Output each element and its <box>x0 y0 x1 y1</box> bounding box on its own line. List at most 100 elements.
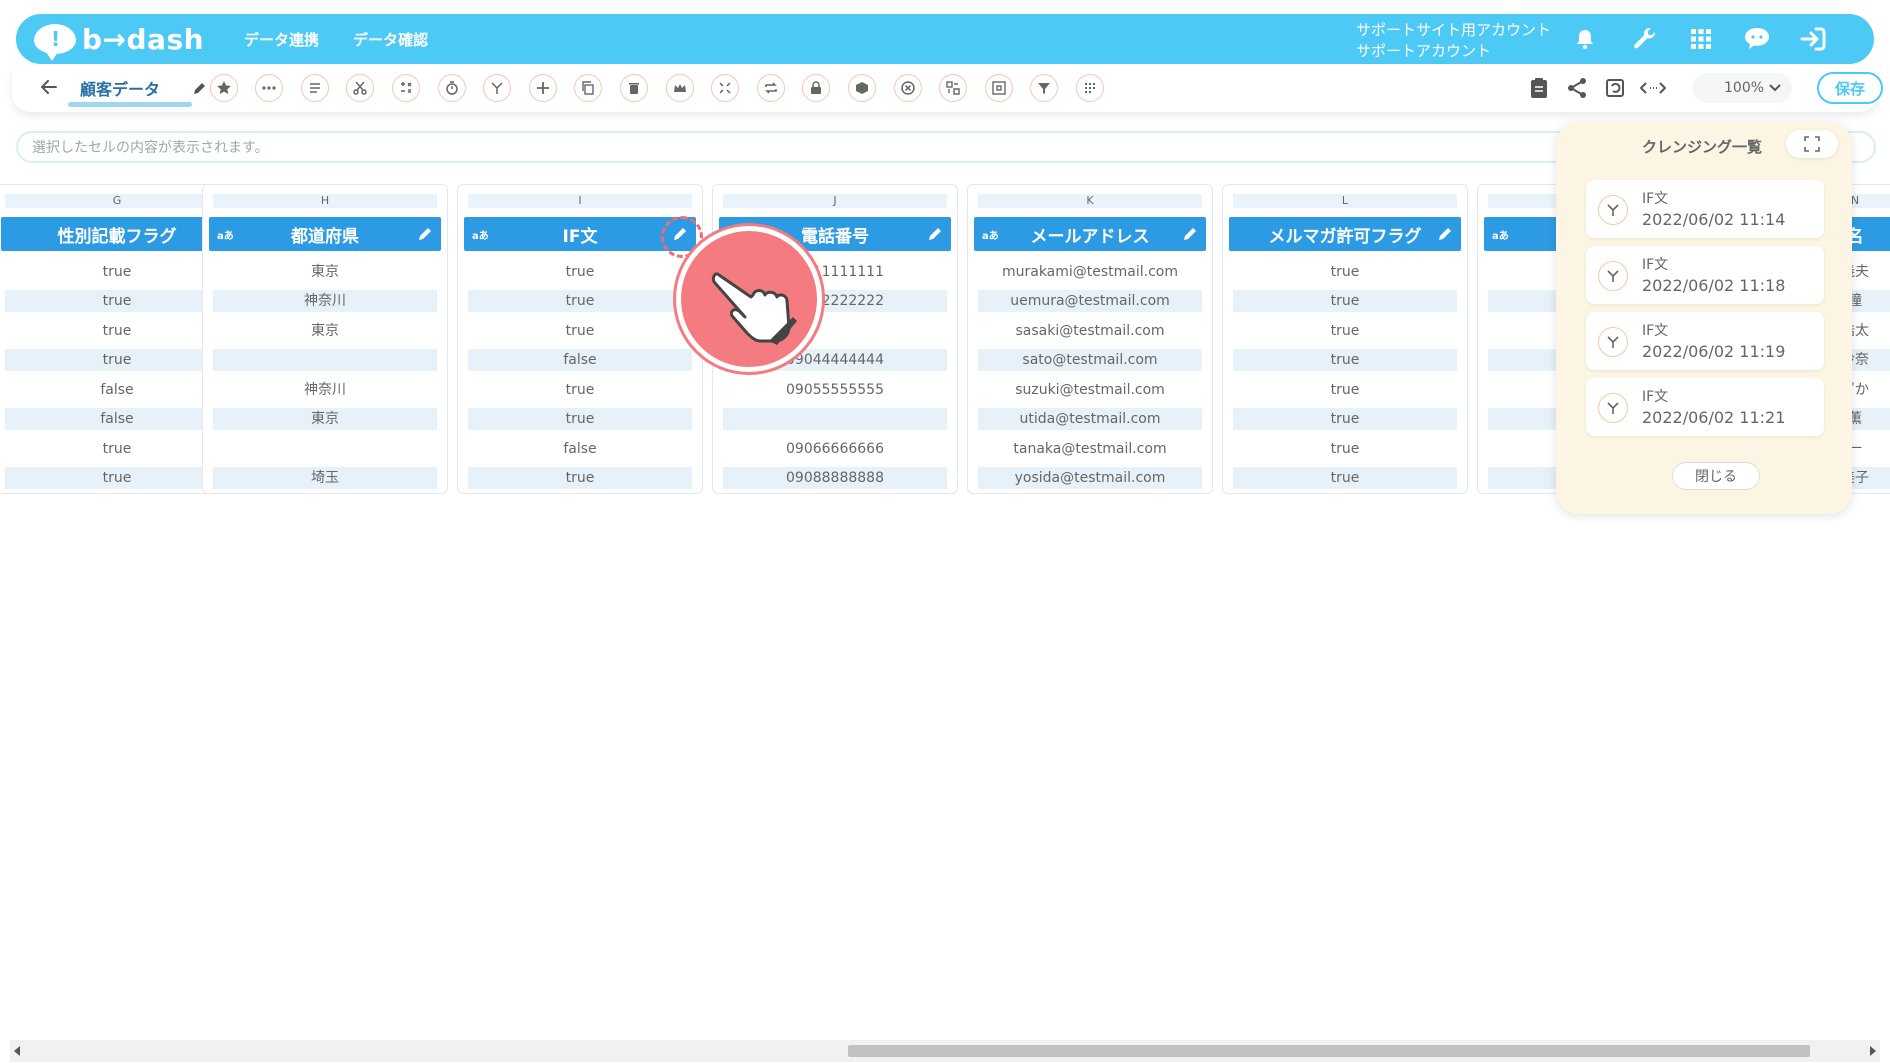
grid-cell[interactable]: true <box>1233 408 1457 430</box>
grid-cell[interactable]: true <box>5 467 229 489</box>
grid-cell[interactable]: true <box>5 261 229 283</box>
frame-icon[interactable] <box>985 74 1013 102</box>
apps-grid-icon[interactable] <box>1686 24 1716 54</box>
grid-cell[interactable] <box>213 438 437 460</box>
calculate-icon[interactable] <box>392 74 420 102</box>
grid-cell[interactable]: true <box>1233 438 1457 460</box>
grid-cell[interactable]: true <box>5 320 229 342</box>
grid-cell[interactable]: yosida@testmail.com <box>978 467 1202 489</box>
more-dots-icon[interactable] <box>255 74 283 102</box>
crown-icon[interactable] <box>666 74 694 102</box>
grid-cell[interactable]: true <box>5 349 229 371</box>
clear-x-icon[interactable] <box>894 74 922 102</box>
account-info[interactable]: サポートサイト用アカウント サポートアカウント <box>1356 20 1551 62</box>
copy-icon[interactable] <box>574 74 602 102</box>
grid-cell[interactable]: 09055555555 <box>723 379 947 401</box>
save-button[interactable]: 保存 <box>1817 72 1883 104</box>
grid-cell[interactable]: true <box>1233 290 1457 312</box>
grid-cell[interactable]: false <box>5 408 229 430</box>
logout-icon[interactable] <box>1798 24 1828 54</box>
grid-cell[interactable]: sato@testmail.com <box>978 349 1202 371</box>
fullscreen-button[interactable] <box>1786 130 1838 158</box>
column-header[interactable]: メルマガ許可フラグ <box>1229 217 1461 251</box>
branch-if-icon[interactable] <box>483 74 511 102</box>
column-header[interactable]: 性別記載フラグ <box>1 217 233 251</box>
wrench-icon[interactable] <box>1630 24 1660 54</box>
scroll-thumb[interactable] <box>848 1045 1810 1057</box>
grid-cell[interactable]: true <box>468 320 692 342</box>
grid-cell[interactable]: 東京 <box>213 408 437 430</box>
grid-cell[interactable]: true <box>468 379 692 401</box>
lock-icon[interactable] <box>802 74 830 102</box>
expand-arrows-icon[interactable] <box>711 74 739 102</box>
column-letter[interactable]: I <box>468 194 692 208</box>
grid-cell[interactable]: false <box>468 438 692 460</box>
edit-pencil-icon[interactable] <box>1182 226 1198 242</box>
cleansing-item[interactable]: IF文 2022/06/02 11:18 <box>1586 246 1824 304</box>
split-scissors-icon[interactable] <box>346 74 374 102</box>
column-letter[interactable]: G <box>5 194 229 208</box>
grid-cell[interactable]: true <box>468 261 692 283</box>
bell-icon[interactable] <box>1570 24 1600 54</box>
history-icon[interactable] <box>1602 75 1628 101</box>
zoom-select[interactable]: 100% <box>1692 73 1792 103</box>
convert-icon[interactable] <box>939 74 967 102</box>
sheet-name[interactable]: 顧客データ <box>80 76 160 100</box>
cleansing-item[interactable]: IF文 2022/06/02 11:19 <box>1586 312 1824 370</box>
favorite-star-icon[interactable] <box>210 74 238 102</box>
package-icon[interactable] <box>848 74 876 102</box>
grid-cell[interactable] <box>213 349 437 371</box>
cleansing-item[interactable]: IF文 2022/06/02 11:14 <box>1586 180 1824 238</box>
nav-data-link[interactable]: データ連携 <box>244 29 319 50</box>
grid-cell[interactable]: true <box>5 290 229 312</box>
repeat-icon[interactable] <box>757 74 785 102</box>
grid-cell[interactable]: true <box>1233 467 1457 489</box>
grid-cell[interactable]: true <box>1233 349 1457 371</box>
grid-cell[interactable]: 09088888888 <box>723 467 947 489</box>
grid-cell[interactable]: uemura@testmail.com <box>978 290 1202 312</box>
grid-cell[interactable]: true <box>1233 261 1457 283</box>
grid-cell[interactable]: 東京 <box>213 320 437 342</box>
column-letter[interactable]: L <box>1233 194 1457 208</box>
grid-cell[interactable]: false <box>468 349 692 371</box>
grid-cell[interactable]: true <box>468 290 692 312</box>
grid-cell[interactable]: 神奈川 <box>213 379 437 401</box>
text-align-icon[interactable] <box>301 74 329 102</box>
filter-funnel-icon[interactable] <box>1030 74 1058 102</box>
share-icon[interactable] <box>1564 75 1590 101</box>
chat-support-icon[interactable] <box>1742 24 1772 54</box>
grid-cell[interactable]: true <box>1233 379 1457 401</box>
horizontal-scrollbar[interactable] <box>10 1040 1880 1062</box>
column-letter[interactable]: J <box>723 194 947 208</box>
scroll-right-arrow-icon[interactable] <box>1870 1046 1876 1056</box>
grid-cell[interactable]: true <box>468 408 692 430</box>
grid-cell[interactable]: suzuki@testmail.com <box>978 379 1202 401</box>
grid-cell[interactable]: 東京 <box>213 261 437 283</box>
edit-pencil-icon[interactable] <box>1437 226 1453 242</box>
timer-icon[interactable] <box>438 74 466 102</box>
grid-cell[interactable]: true <box>1233 320 1457 342</box>
delete-trash-icon[interactable] <box>620 74 648 102</box>
column-letter[interactable]: H <box>213 194 437 208</box>
cleansing-item[interactable]: IF文 2022/06/02 11:21 <box>1586 378 1824 436</box>
grid-cell[interactable]: 埼玉 <box>213 467 437 489</box>
grid-cell[interactable]: tanaka@testmail.com <box>978 438 1202 460</box>
edit-pencil-icon[interactable] <box>927 226 943 242</box>
add-plus-icon[interactable] <box>529 74 557 102</box>
scroll-left-arrow-icon[interactable] <box>14 1046 20 1056</box>
grid-cell[interactable] <box>723 408 947 430</box>
grid-cell[interactable]: utida@testmail.com <box>978 408 1202 430</box>
back-arrow-icon[interactable] <box>38 76 60 98</box>
edit-pencil-icon[interactable] <box>417 226 433 242</box>
grid-cell[interactable]: 09066666666 <box>723 438 947 460</box>
grid-cell[interactable]: true <box>468 467 692 489</box>
grid-cell[interactable]: 神奈川 <box>213 290 437 312</box>
logo[interactable]: b→dash <box>34 23 204 61</box>
grid-cell[interactable]: sasaki@testmail.com <box>978 320 1202 342</box>
nav-data-check[interactable]: データ確認 <box>353 29 428 50</box>
grid-dots-icon[interactable] <box>1076 74 1104 102</box>
close-panel-button[interactable]: 閉じる <box>1672 462 1760 490</box>
clipboard-icon[interactable] <box>1526 75 1552 101</box>
rename-pencil-icon[interactable] <box>190 78 210 98</box>
grid-cell[interactable]: murakami@testmail.com <box>978 261 1202 283</box>
